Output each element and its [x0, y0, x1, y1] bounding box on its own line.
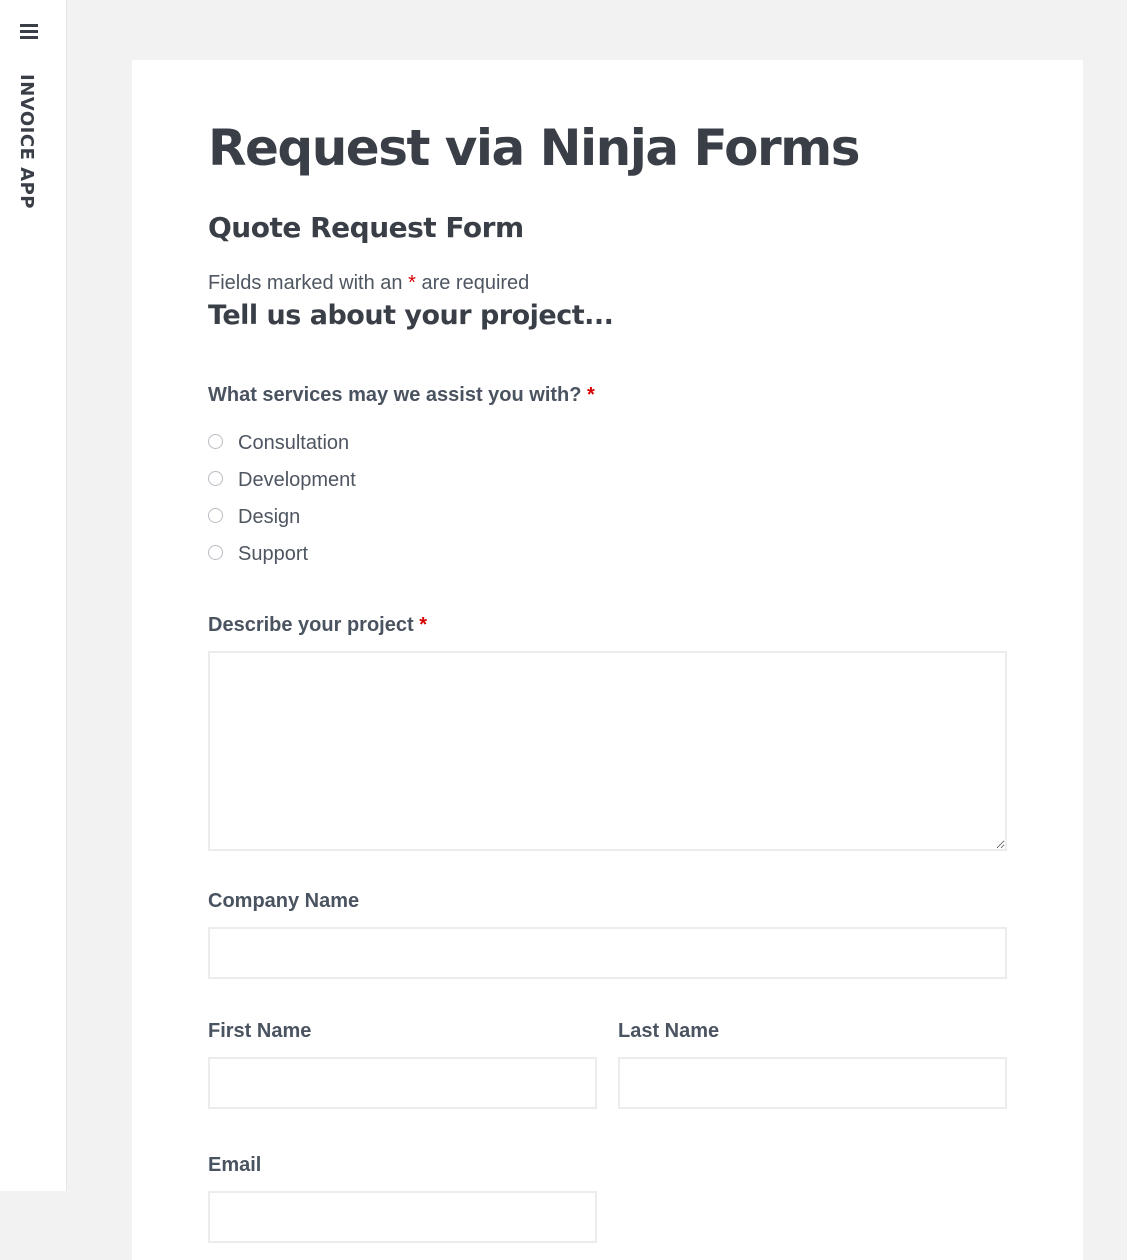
company-name-label: Company Name [208, 890, 360, 912]
name-fields-row: First Name Last Name [208, 1019, 1007, 1109]
required-note-suffix: are required [421, 272, 530, 294]
radio-label[interactable]: Design [238, 506, 300, 529]
radio-label[interactable]: Consultation [238, 432, 349, 455]
email-input[interactable] [208, 1191, 597, 1243]
required-fields-note: Fields marked with an * are required [208, 271, 1007, 295]
radio-option-support[interactable]: Support [208, 536, 1007, 573]
required-note-prefix: Fields marked with an [208, 272, 403, 294]
last-name-label: Last Name [618, 1020, 720, 1042]
content-card: Request via Ninja Forms Quote Request Fo… [132, 60, 1083, 1260]
radio-button[interactable] [208, 545, 223, 560]
brand-logo-text[interactable]: INVOICE APP [16, 74, 37, 209]
page-content: Request via Ninja Forms Quote Request Fo… [208, 116, 1007, 1243]
first-name-input[interactable] [208, 1057, 597, 1109]
radio-label[interactable]: Development [238, 469, 356, 492]
last-name-input[interactable] [618, 1057, 1007, 1109]
radio-button[interactable] [208, 508, 223, 523]
services-label-text: What services may we assist you with? [208, 384, 582, 406]
project-description-textarea[interactable] [208, 651, 1007, 851]
project-description-label: Describe your project * [208, 613, 1007, 637]
email-label: Email [208, 1154, 262, 1176]
page-title: Request via Ninja Forms [208, 119, 861, 177]
first-name-label: First Name [208, 1020, 312, 1042]
required-asterisk: * [587, 384, 595, 406]
form-title: Quote Request Form [208, 211, 524, 244]
radio-option-consultation[interactable]: Consultation [208, 425, 1007, 462]
radio-option-development[interactable]: Development [208, 462, 1007, 499]
project-label-text: Describe your project [208, 614, 414, 636]
company-name-input[interactable] [208, 927, 1007, 979]
services-label: What services may we assist you with? * [208, 383, 1007, 407]
radio-button[interactable] [208, 434, 223, 449]
first-name-field: First Name [208, 1019, 597, 1109]
sidebar: INVOICE APP [0, 0, 67, 1191]
radio-label[interactable]: Support [238, 543, 308, 566]
radio-button[interactable] [208, 471, 223, 486]
services-radio-group: Consultation Development Design Support [208, 425, 1007, 573]
required-asterisk: * [408, 272, 416, 294]
radio-option-design[interactable]: Design [208, 499, 1007, 536]
last-name-field: Last Name [618, 1019, 1007, 1109]
required-asterisk: * [419, 614, 427, 636]
hamburger-menu-icon[interactable] [20, 24, 38, 40]
section-heading: Tell us about your project... [208, 300, 614, 331]
